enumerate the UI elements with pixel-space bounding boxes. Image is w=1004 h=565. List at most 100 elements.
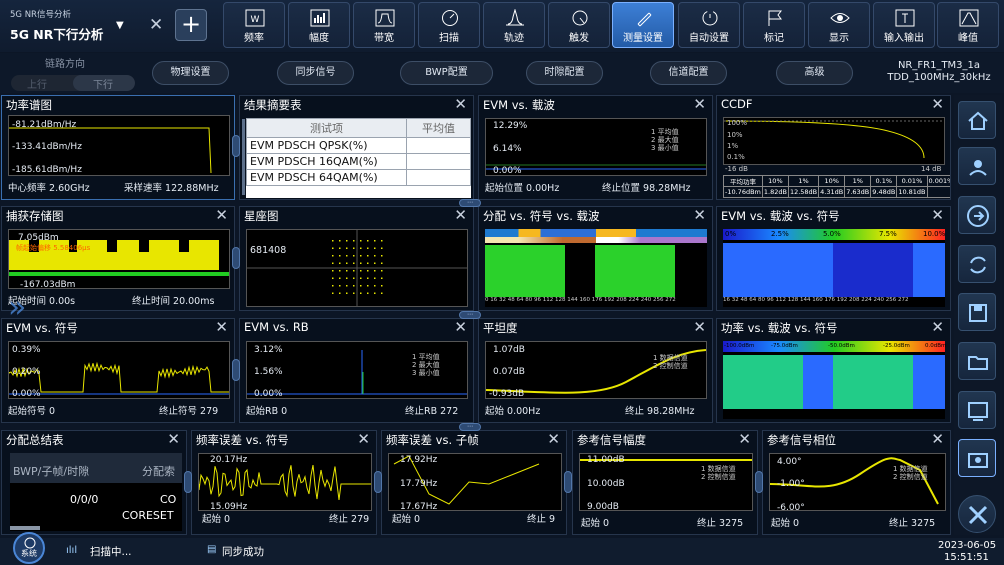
- tab-display[interactable]: 显示: [808, 2, 870, 48]
- panel-capture-memory[interactable]: 捕获存储图 ✕ 7.05dBm 帧起始偏移 5.58406μs -167.03d…: [1, 206, 235, 311]
- panel-power-vs-carrier-vs-symbol[interactable]: 功率 vs. 载波 vs. 符号 ✕ -100.0dBm -75.0dBm -5…: [716, 318, 951, 423]
- close-icon[interactable]: ✕: [693, 319, 706, 336]
- tab-measure-setup[interactable]: 测量设置: [612, 2, 674, 48]
- table-cell[interactable]: CO: [160, 493, 176, 506]
- mode-selector[interactable]: 5G NR信号分析 5G NR下行分析 ▼ ✕: [6, 6, 166, 46]
- column-splitter-handle[interactable]: [374, 471, 382, 493]
- slot-config-button[interactable]: 时隙配置: [526, 61, 603, 85]
- table-cell[interactable]: CORESET: [122, 509, 174, 522]
- close-icon[interactable]: ✕: [931, 96, 944, 113]
- standard-line-1: NR_FR1_TM3_1a: [897, 60, 981, 71]
- add-mode-button[interactable]: +: [175, 9, 207, 41]
- row-splitter-handle[interactable]: ⋯: [459, 311, 481, 319]
- panel-evm-vs-symbol[interactable]: EVM vs. 符号 ✕ 0.39% 0.20% 0.00% 起始符号 0 终止…: [1, 318, 235, 423]
- close-icon[interactable]: ✕: [454, 96, 467, 113]
- tab-trigger[interactable]: 触发: [548, 2, 610, 48]
- tab-input-output[interactable]: 输入输出: [873, 2, 935, 48]
- tab-marker[interactable]: 标记: [743, 2, 805, 48]
- close-icon[interactable]: ✕: [357, 431, 370, 448]
- close-icon[interactable]: ✕: [215, 207, 228, 224]
- row-splitter-handle[interactable]: ⋯: [459, 199, 481, 207]
- table-row[interactable]: EVM PDSCH QPSK(%): [246, 137, 407, 154]
- panel-alloc-vs-symbol-vs-carrier[interactable]: 分配 vs. 符号 vs. 载波 ✕ 0 16 32 48 64 80 96 1…: [478, 206, 713, 311]
- close-icon[interactable]: ✕: [454, 319, 467, 336]
- tab-peak[interactable]: 峰值: [937, 2, 999, 48]
- table-row[interactable]: EVM PDSCH 64QAM(%): [246, 169, 407, 186]
- close-icon[interactable]: ✕: [738, 431, 751, 448]
- column-splitter-handle[interactable]: [232, 135, 240, 157]
- ccdf-plot[interactable]: [723, 117, 945, 165]
- refresh-button[interactable]: [958, 245, 996, 283]
- close-icon[interactable]: ✕: [931, 207, 944, 224]
- screen-button[interactable]: [958, 391, 996, 429]
- close-icon[interactable]: ✕: [931, 319, 944, 336]
- table-cell: -10.76dBm: [723, 186, 763, 198]
- channel-config-button[interactable]: 信道配置: [650, 61, 727, 85]
- link-direction-toggle[interactable]: 上行 下行: [11, 75, 135, 91]
- uplink-option[interactable]: 上行: [27, 76, 47, 91]
- alloc-heatmap[interactable]: 0 16 32 48 64 80 96 112 128 144 160 176 …: [485, 229, 707, 307]
- constellation-plot[interactable]: [246, 229, 468, 307]
- save-button[interactable]: [958, 293, 996, 331]
- column-splitter-handle[interactable]: [232, 247, 240, 269]
- row-splitter-handle[interactable]: ⋯: [459, 423, 481, 431]
- tab-trace[interactable]: 轨迹: [483, 2, 545, 48]
- panel-ref-signal-amplitude[interactable]: 参考信号幅度 ✕ 11.00dB 10.00dB 9.00dB 1 数据信道 2…: [572, 430, 758, 535]
- user-button[interactable]: [958, 147, 996, 185]
- panel-freq-error-vs-subframe[interactable]: 频率误差 vs. 子帧 ✕ 17.92Hz 17.79Hz 17.67Hz 起始…: [381, 430, 567, 535]
- table-row[interactable]: EVM PDSCH 16QAM(%): [246, 153, 407, 170]
- panel-flatness[interactable]: 平坦度 ✕ 1.07dB 0.07dB -0.93dB 1 数据信道 2 控制信…: [478, 318, 713, 423]
- panel-power-spectrum[interactable]: 功率谱图 -81.21dBm/Hz -133.41dBm/Hz -185.61d…: [1, 95, 235, 200]
- panel-freq-error-vs-symbol[interactable]: 频率误差 vs. 符号 ✕ 20.17Hz 15.09Hz 起始 0 终止 27…: [191, 430, 377, 535]
- collapse-panel-arrow-icon[interactable]: »: [8, 290, 26, 325]
- close-icon[interactable]: ✕: [693, 96, 706, 113]
- close-icon[interactable]: ✕: [547, 431, 560, 448]
- advanced-button[interactable]: 高级: [776, 61, 853, 85]
- marker-icon: [768, 10, 782, 26]
- panel-evm-vs-carrier-vs-symbol[interactable]: EVM vs. 载波 vs. 符号 ✕ 0% 2.5% 5.0% 7.5% 10…: [716, 206, 951, 311]
- column-splitter-handle[interactable]: [232, 359, 240, 381]
- close-icon[interactable]: ✕: [149, 17, 163, 34]
- tab-frequency[interactable]: W 频率: [223, 2, 285, 48]
- tab-amplitude[interactable]: 幅度: [288, 2, 350, 48]
- power-heatmap[interactable]: -100.0dBm -75.0dBm -50.0dBm -25.0dBm 0.0…: [723, 341, 946, 419]
- sync-signal-button[interactable]: 同步信号: [277, 61, 354, 85]
- open-folder-button[interactable]: [958, 342, 996, 380]
- physical-settings-button[interactable]: 物理设置: [152, 61, 229, 85]
- dropdown-caret-icon[interactable]: ▼: [116, 20, 124, 31]
- scrollbar[interactable]: [10, 526, 40, 530]
- panel-ref-signal-phase[interactable]: 参考信号相位 ✕ 4.00° -1.00° -6.00° 1 数据信道 2 控制…: [762, 430, 951, 535]
- close-icon[interactable]: ✕: [931, 431, 944, 448]
- close-icon[interactable]: ✕: [693, 207, 706, 224]
- panel-evm-vs-carrier[interactable]: EVM vs. 载波 ✕ 12.29% 6.14% 0.00% 1 平均值 2 …: [478, 95, 713, 200]
- tab-auto-setup[interactable]: 自动设置: [678, 2, 740, 48]
- frequency-icon: W: [245, 9, 265, 27]
- evm-symbol-plot[interactable]: [8, 341, 230, 399]
- tools-button[interactable]: [958, 495, 996, 533]
- column-splitter-handle[interactable]: [564, 471, 572, 493]
- symbol-count: 681408: [250, 245, 287, 256]
- panel-constellation[interactable]: 星座图 ✕ 681408: [239, 206, 474, 311]
- close-icon[interactable]: ✕: [167, 431, 180, 448]
- screenshot-button[interactable]: [958, 439, 996, 477]
- panel-evm-vs-rb[interactable]: EVM vs. RB ✕ 3.12% 1.56% 0.00% 1 平均值 2 最…: [239, 318, 474, 423]
- bwp-config-button[interactable]: BWP配置: [400, 61, 493, 85]
- downlink-option[interactable]: 下行: [93, 76, 113, 91]
- scrollbar[interactable]: [242, 119, 245, 195]
- tab-bandwidth[interactable]: 带宽: [353, 2, 415, 48]
- system-button[interactable]: 系统: [13, 532, 45, 564]
- link-direction-label: 链路方向: [45, 59, 85, 70]
- close-icon[interactable]: ✕: [215, 319, 228, 336]
- table-cell[interactable]: 0/0/0: [70, 493, 98, 506]
- next-button[interactable]: [958, 196, 996, 234]
- tab-label: 轨迹: [504, 33, 524, 44]
- panel-result-summary[interactable]: 结果摘要表 ✕ 测试项 平均值 EVM PDSCH QPSK(%) EVM PDS…: [239, 95, 474, 200]
- evm-heatmap[interactable]: 0% 2.5% 5.0% 7.5% 10.0% 16 32 48 64 80 9…: [723, 229, 945, 307]
- home-button[interactable]: [958, 101, 996, 139]
- close-icon[interactable]: ✕: [454, 207, 467, 224]
- column-splitter-handle[interactable]: [755, 471, 763, 493]
- panel-ccdf[interactable]: CCDF ✕ 100% 10% 1% 0.1% -16 dB 14 dB 平均功…: [716, 95, 951, 200]
- tab-sweep[interactable]: 扫描: [418, 2, 480, 48]
- panel-allocation-summary[interactable]: 分配总结表 ✕ BWP/子帧/时隙 分配索 0/0/0 CO CORESET: [1, 430, 187, 535]
- column-splitter-handle[interactable]: [184, 471, 192, 493]
